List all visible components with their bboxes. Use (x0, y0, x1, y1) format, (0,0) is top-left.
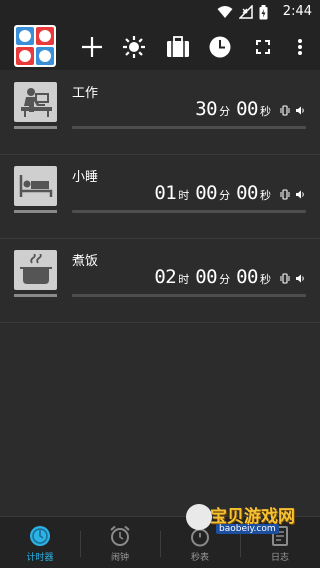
nav-label: 秒表 (190, 553, 209, 563)
logo-quadrant (36, 27, 54, 45)
minutes-unit: 分 (219, 105, 231, 118)
vibrate-icon (280, 188, 290, 200)
timer-icon (30, 526, 50, 546)
battery-charging-icon (259, 4, 268, 19)
watermark-url: baobeiy.com (216, 524, 279, 534)
volume-icon (296, 274, 304, 282)
signal-icon (239, 5, 253, 19)
divider (0, 322, 320, 323)
volume-icon (296, 106, 304, 114)
timer-icon-box (14, 82, 57, 122)
brightness-icon (123, 36, 145, 58)
timer-minutes: 00 (195, 266, 218, 288)
timer-hours: 01 (154, 182, 177, 204)
status-time: 2:44 (282, 4, 312, 19)
timer-icon-box (14, 166, 57, 206)
timer-hours: 02 (154, 266, 177, 288)
timer-icon-box (14, 250, 57, 290)
logo-quadrant (16, 47, 34, 65)
cooking-pot-icon (19, 254, 52, 284)
presets-button[interactable] (163, 32, 193, 62)
fullscreen-button[interactable] (248, 32, 278, 62)
timer-name: 工作 (72, 86, 99, 101)
timer-duration: 30 分 00 秒 (195, 98, 306, 122)
seconds-unit: 秒 (260, 273, 271, 286)
divider (0, 154, 320, 155)
fullscreen-icon (256, 40, 270, 54)
clock-icon (209, 36, 231, 58)
seconds-unit: 秒 (260, 189, 271, 202)
hours-unit: 时 (178, 189, 190, 202)
timer-icon-underline (14, 126, 57, 129)
vibrate-icon (280, 104, 290, 116)
status-bar: 2:44 (0, 0, 320, 24)
overflow-menu-button[interactable] (285, 32, 315, 62)
timer-item[interactable]: 工作 30 分 00 秒 (0, 74, 320, 154)
timer-minutes: 00 (195, 182, 218, 204)
timer-item[interactable]: 煮饭 02 时 00 分 00 秒 (0, 242, 320, 322)
minutes-unit: 分 (219, 189, 231, 202)
timer-seconds: 00 (236, 182, 258, 204)
timer-name: 煮饭 (72, 254, 99, 269)
more-vert-icon (298, 39, 302, 55)
hours-unit: 时 (178, 273, 190, 286)
vibrate-toggle[interactable] (280, 272, 290, 284)
alarm-icon (110, 525, 130, 546)
timer-progress-bar (72, 210, 306, 213)
desk-work-icon (20, 88, 52, 117)
bed-icon (19, 175, 52, 197)
add-icon (82, 37, 102, 57)
timer-minutes: 30 (195, 98, 218, 120)
nav-label: 计时器 (26, 553, 54, 563)
timer-progress-bar (72, 126, 306, 129)
timer-name: 小睡 (72, 170, 99, 185)
watermark-mascot-icon (186, 504, 212, 530)
nav-tab-timer[interactable]: 计时器 (0, 517, 80, 568)
nav-label: 闹钟 (110, 553, 129, 563)
sound-toggle[interactable] (295, 273, 306, 284)
sound-toggle[interactable] (295, 105, 306, 116)
seconds-unit: 秒 (260, 105, 271, 118)
timer-icon-underline (14, 210, 57, 213)
app-logo[interactable] (14, 25, 56, 67)
logo-quadrant (16, 27, 34, 45)
timer-duration: 02 时 00 分 00 秒 (154, 266, 306, 290)
vibrate-icon (280, 272, 290, 284)
vibrate-toggle[interactable] (280, 104, 290, 116)
toolbar (0, 24, 320, 70)
clock-button[interactable] (205, 32, 235, 62)
brightness-button[interactable] (119, 32, 149, 62)
vibrate-toggle[interactable] (280, 188, 290, 200)
divider (0, 238, 320, 239)
timer-icon-underline (14, 294, 57, 297)
timer-seconds: 00 (236, 98, 258, 120)
timer-seconds: 00 (236, 266, 258, 288)
briefcase-icon (167, 36, 189, 57)
timer-item[interactable]: 小睡 01 时 00 分 00 秒 (0, 158, 320, 238)
sound-toggle[interactable] (295, 189, 306, 200)
nav-label: 日志 (270, 553, 289, 563)
watermark: 宝贝游戏网 baobeiy.com (186, 500, 306, 540)
logo-quadrant (36, 47, 54, 65)
add-timer-button[interactable] (77, 32, 107, 62)
timer-progress-bar (72, 294, 306, 297)
nav-tab-alarm[interactable]: 闹钟 (80, 517, 160, 568)
status-icons (217, 4, 268, 20)
timer-duration: 01 时 00 分 00 秒 (154, 182, 306, 206)
volume-icon (296, 190, 304, 198)
minutes-unit: 分 (219, 273, 231, 286)
wifi-icon (217, 6, 233, 18)
